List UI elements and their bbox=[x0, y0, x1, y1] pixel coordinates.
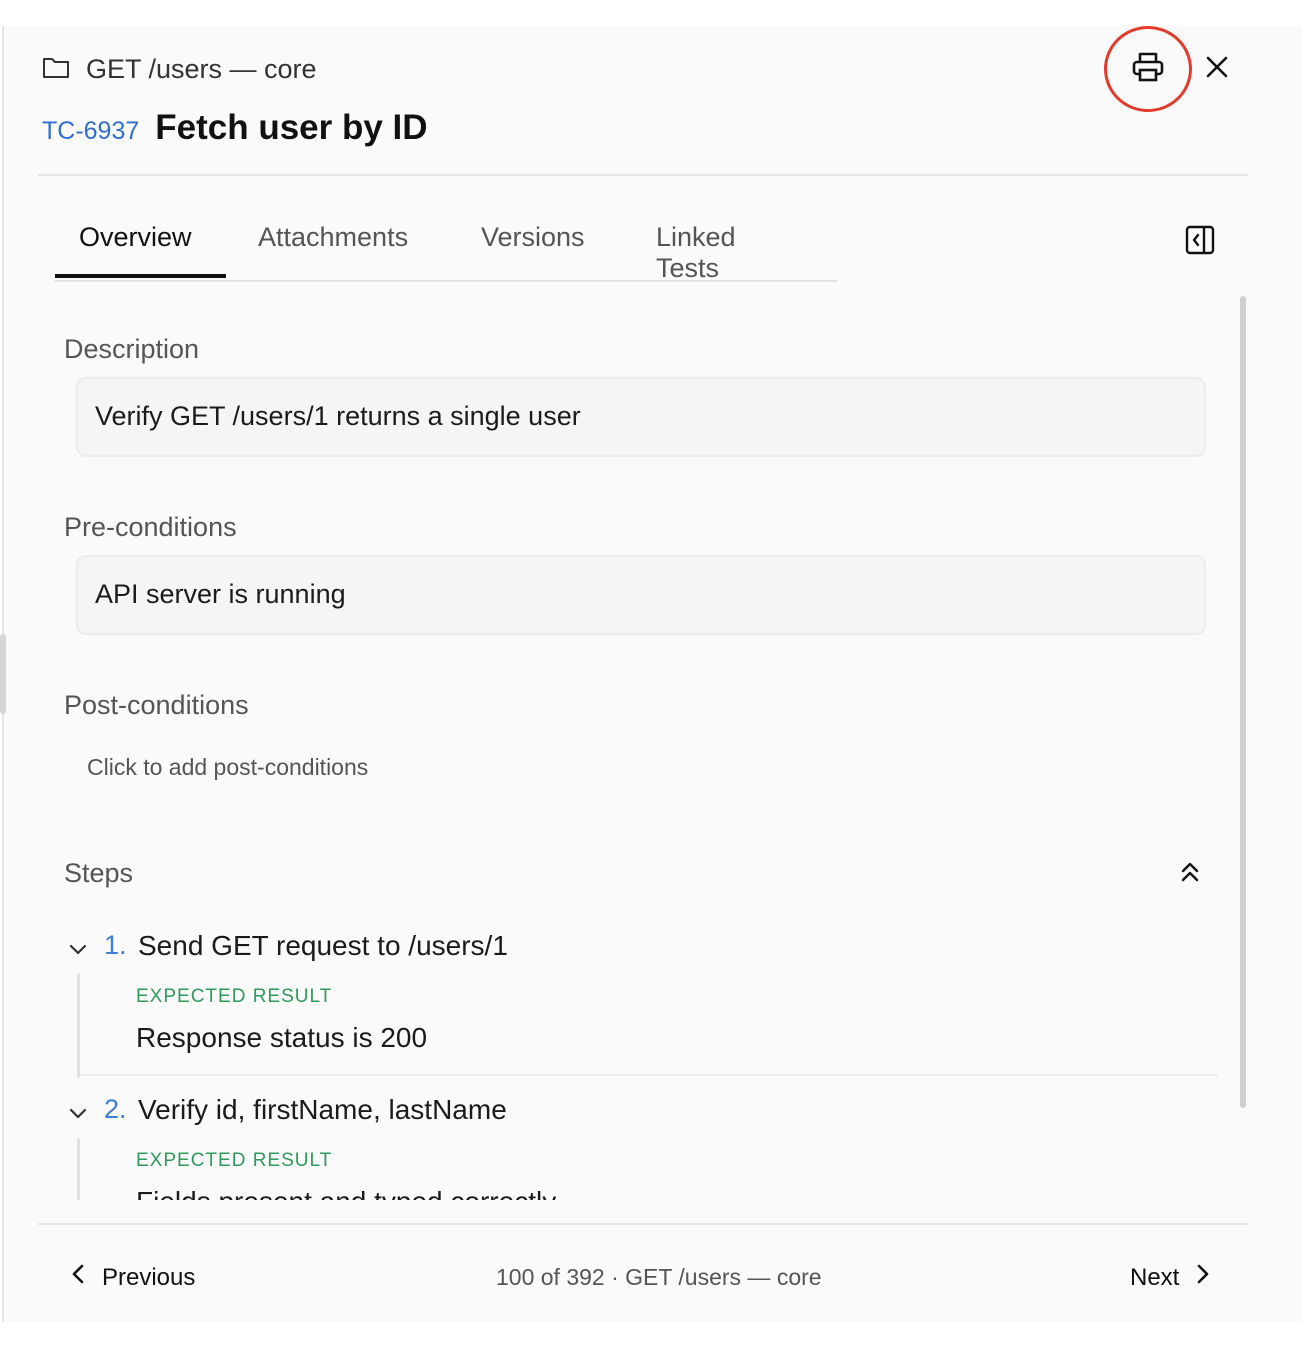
postconditions-placeholder[interactable]: Click to add post-conditions bbox=[87, 754, 368, 781]
chevron-down-icon[interactable] bbox=[66, 938, 90, 962]
breadcrumb[interactable]: GET /users — core bbox=[42, 54, 317, 85]
step-action[interactable]: Send GET request to /users/1 bbox=[138, 930, 508, 962]
chevron-left-icon bbox=[68, 1262, 88, 1293]
footer-divider bbox=[38, 1223, 1248, 1225]
step-number: 2. bbox=[104, 1094, 127, 1124]
expected-result-label: EXPECTED RESULT bbox=[136, 1150, 333, 1171]
previous-label: Previous bbox=[102, 1263, 196, 1291]
previous-button[interactable]: Previous bbox=[68, 1262, 195, 1293]
test-case-id[interactable]: TC-6937 bbox=[42, 117, 139, 146]
next-button[interactable]: Next bbox=[1130, 1262, 1213, 1293]
tab-linked-tests[interactable]: Linked Tests bbox=[608, 204, 828, 283]
step-divider bbox=[80, 1074, 1218, 1076]
expected-result-label: EXPECTED RESULT bbox=[136, 986, 333, 1007]
steps-label: Steps bbox=[64, 858, 134, 888]
collapse-all-steps-button[interactable] bbox=[1174, 856, 1206, 888]
chevron-right-icon bbox=[1193, 1262, 1213, 1293]
chevron-down-icon[interactable] bbox=[66, 1102, 90, 1126]
step-item: 1. Send GET request to /users/1 EXPECTED… bbox=[64, 930, 1218, 1080]
expected-result-text[interactable]: Fields present and typed correctly bbox=[136, 1186, 556, 1200]
close-icon bbox=[1205, 55, 1229, 84]
breadcrumb-text: GET /users — core bbox=[86, 54, 317, 84]
tab-attachments[interactable]: Attachments bbox=[226, 204, 426, 278]
step-item: 2. Verify id, firstName, lastName EXPECT… bbox=[64, 1094, 1218, 1200]
expected-result-text[interactable]: Response status is 200 bbox=[136, 1022, 427, 1054]
chevrons-up-icon bbox=[1174, 862, 1206, 892]
resize-handle[interactable] bbox=[0, 634, 6, 714]
tab-versions[interactable]: Versions bbox=[426, 204, 608, 278]
step-action[interactable]: Verify id, firstName, lastName bbox=[138, 1094, 507, 1126]
scrollbar[interactable] bbox=[1240, 296, 1246, 1108]
step-number: 1. bbox=[104, 930, 127, 960]
print-button[interactable] bbox=[1104, 26, 1192, 112]
title-row: TC-6937 Fetch user by ID bbox=[42, 108, 428, 148]
postconditions-label: Post-conditions bbox=[64, 690, 249, 720]
tab-bar: Overview Attachments Versions Linked Tes… bbox=[55, 204, 837, 283]
tab-overview[interactable]: Overview bbox=[55, 204, 226, 278]
description-field[interactable]: Verify GET /users/1 returns a single use… bbox=[76, 377, 1206, 457]
panel-collapse-icon bbox=[1184, 225, 1216, 260]
step-connector bbox=[77, 1138, 80, 1200]
header-divider bbox=[38, 174, 1248, 176]
description-label: Description bbox=[64, 334, 200, 364]
panel-collapse-button[interactable] bbox=[1184, 224, 1216, 256]
steps-list: 1. Send GET request to /users/1 EXPECTED… bbox=[0, 920, 1240, 1200]
folder-icon bbox=[42, 54, 70, 85]
preconditions-label: Pre-conditions bbox=[64, 512, 237, 542]
preconditions-field[interactable]: API server is running bbox=[76, 555, 1206, 635]
page-title: Fetch user by ID bbox=[155, 108, 428, 147]
pagination-status: 100 of 392 · GET /users — core bbox=[496, 1264, 822, 1290]
step-connector bbox=[77, 974, 80, 1078]
printer-icon bbox=[1131, 50, 1165, 89]
next-label: Next bbox=[1130, 1263, 1180, 1291]
close-button[interactable] bbox=[1200, 52, 1234, 86]
